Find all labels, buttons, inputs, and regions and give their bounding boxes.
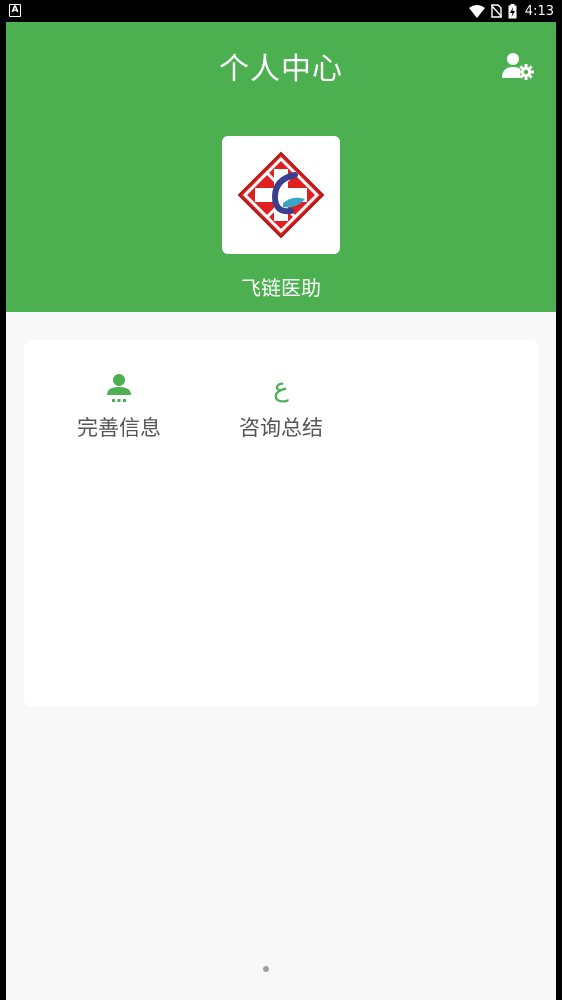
battery-charging-icon bbox=[508, 3, 517, 18]
medical-cross-logo-icon bbox=[237, 151, 325, 239]
accessibility-badge-icon: A bbox=[9, 4, 21, 17]
app-screen: 个人中心 飞链医助 完善信息 ع 咨询总结 bbox=[6, 22, 556, 1000]
page-title: 个人中心 bbox=[219, 52, 343, 87]
complete-info-label: 完善信息 bbox=[77, 416, 161, 440]
consult-summary-button[interactable]: ع 咨询总结 bbox=[216, 370, 346, 450]
menu-card: 完善信息 ع 咨询总结 bbox=[24, 340, 538, 707]
profile-header: 个人中心 飞链医助 bbox=[6, 22, 556, 312]
status-time: 4:13 bbox=[524, 3, 554, 19]
user-settings-icon bbox=[502, 53, 534, 80]
page-indicator-dot bbox=[263, 966, 269, 972]
consult-summary-label: 咨询总结 bbox=[239, 416, 323, 440]
epsilon-icon: ع bbox=[273, 373, 289, 403]
complete-info-button[interactable]: 完善信息 bbox=[54, 370, 184, 450]
status-bar: A 4:13 bbox=[0, 0, 562, 22]
app-name: 飞链医助 bbox=[241, 276, 321, 300]
user-settings-button[interactable] bbox=[500, 48, 536, 84]
wifi-icon bbox=[468, 4, 485, 18]
user-profile-icon bbox=[107, 374, 131, 402]
status-icons: 4:13 bbox=[468, 3, 554, 19]
no-sim-icon bbox=[490, 4, 502, 18]
app-logo bbox=[222, 136, 340, 254]
